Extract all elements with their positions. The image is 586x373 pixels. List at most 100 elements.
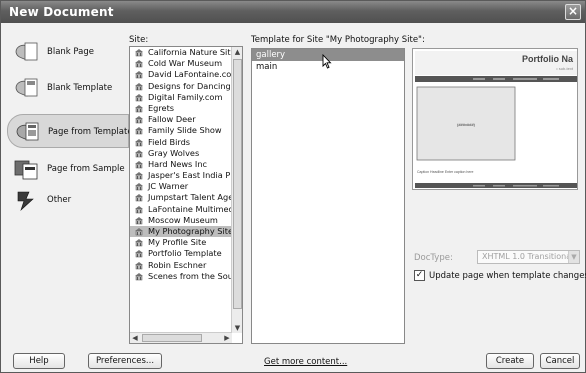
cancel-button[interactable]: Cancel bbox=[540, 353, 580, 369]
category-label: Blank Template bbox=[47, 83, 113, 93]
preview-thumbnail: Portfolio Na • sub-text (###x###) Captio… bbox=[413, 49, 577, 189]
category-page-from-sample[interactable]: Page from Sample bbox=[7, 152, 129, 186]
site-icon bbox=[135, 82, 143, 90]
preferences-button[interactable]: Preferences... bbox=[88, 353, 162, 369]
site-item-label: Digital Family.com bbox=[148, 91, 223, 102]
site-item[interactable]: Fallow Deer bbox=[130, 114, 232, 125]
chevron-down-icon[interactable]: ▼ bbox=[568, 251, 579, 263]
site-item[interactable]: Hard News Inc bbox=[130, 159, 232, 170]
site-vertical-scrollbar[interactable]: ▲ ▼ bbox=[231, 47, 242, 333]
site-item[interactable]: Designs for Dancing bbox=[130, 81, 232, 92]
help-button[interactable]: Help bbox=[13, 353, 65, 369]
site-icon bbox=[135, 160, 143, 169]
scroll-left-icon[interactable]: ◀ bbox=[130, 333, 140, 343]
category-blank-page[interactable]: Blank Page bbox=[7, 35, 129, 69]
site-item-label: LaFontaine Multimedi bbox=[148, 203, 232, 214]
site-icon bbox=[135, 149, 143, 157]
preview-caption: Caption Headline Enter caption here bbox=[417, 170, 473, 174]
site-item[interactable]: Moscow Museum bbox=[130, 215, 232, 226]
dialog-title: New Document bbox=[9, 5, 114, 19]
site-list[interactable]: California Nature Site Cold War Museum Dav… bbox=[129, 46, 243, 344]
site-item[interactable]: JC Warner bbox=[130, 181, 232, 192]
scroll-right-icon[interactable]: ▶ bbox=[222, 333, 232, 343]
site-icon bbox=[135, 172, 143, 180]
site-icon bbox=[135, 205, 143, 213]
get-more-content-link[interactable]: Get more content... bbox=[264, 357, 347, 367]
site-item-label: Robin Eschner bbox=[148, 259, 207, 270]
page-from-sample-icon bbox=[14, 160, 38, 180]
scroll-down-icon[interactable]: ▼ bbox=[233, 323, 242, 333]
category-list: Blank Page Blank Template Page from Temp… bbox=[7, 35, 133, 337]
site-item[interactable]: David LaFontaine.com bbox=[130, 69, 232, 80]
site-item-label: Jumpstart Talent Age bbox=[148, 192, 232, 203]
site-icon bbox=[135, 104, 143, 113]
site-item[interactable]: Egrets bbox=[130, 103, 232, 114]
site-item[interactable]: Jumpstart Talent Age bbox=[130, 192, 232, 203]
site-item[interactable]: My Profile Site bbox=[130, 237, 232, 248]
site-item[interactable]: Family Slide Show bbox=[130, 125, 232, 136]
site-item-label: Cold War Museum bbox=[148, 58, 223, 69]
preview-image-label: (###x###) bbox=[457, 122, 476, 127]
scroll-up-icon[interactable]: ▲ bbox=[233, 47, 242, 57]
site-icon bbox=[135, 138, 143, 146]
create-button[interactable]: Create bbox=[486, 353, 534, 369]
site-item-label: My Profile Site bbox=[148, 237, 207, 248]
doctype-label: DocType: bbox=[414, 253, 453, 263]
site-icon bbox=[135, 261, 143, 269]
site-item[interactable]: LaFontaine Multimedi bbox=[130, 204, 232, 215]
site-item-label: Gray Wolves bbox=[148, 147, 200, 158]
site-item[interactable]: California Nature Site bbox=[130, 47, 232, 58]
page-from-template-icon bbox=[16, 122, 39, 141]
site-item-label: Scenes from the South bbox=[148, 270, 232, 281]
site-item[interactable]: Gray Wolves bbox=[130, 148, 232, 159]
site-horizontal-scrollbar[interactable]: ◀ ▶ bbox=[130, 332, 232, 343]
site-item[interactable]: Portfolio Template bbox=[130, 248, 232, 259]
site-icon bbox=[135, 272, 143, 280]
close-button[interactable]: × bbox=[565, 4, 581, 20]
site-item-label: JC Warner bbox=[148, 181, 189, 192]
site-icon bbox=[135, 60, 143, 68]
checkmark-icon: ✓ bbox=[415, 270, 424, 280]
site-item[interactable]: Cold War Museum bbox=[130, 58, 232, 69]
site-icon bbox=[135, 183, 143, 191]
site-icon bbox=[135, 116, 143, 124]
category-blank-template[interactable]: Blank Template bbox=[7, 71, 129, 105]
site-item-label: Family Slide Show bbox=[148, 125, 222, 136]
category-label: Page from Template bbox=[48, 127, 133, 137]
site-item-label: Fallow Deer bbox=[148, 114, 196, 125]
other-icon bbox=[17, 191, 34, 212]
category-page-from-template[interactable]: Page from Template bbox=[7, 114, 133, 148]
template-preview: Portfolio Na • sub-text (###x###) Captio… bbox=[412, 48, 578, 190]
site-item-label: Designs for Dancing bbox=[148, 80, 231, 91]
site-item-label: Jasper's East India Ph bbox=[148, 170, 232, 181]
scroll-thumb[interactable] bbox=[142, 334, 202, 342]
site-item-label: Field Birds bbox=[148, 136, 191, 147]
site-icon bbox=[135, 239, 143, 247]
preview-subheading: • sub-text bbox=[556, 66, 574, 71]
site-item[interactable]: My Photography Site bbox=[130, 226, 232, 238]
template-list[interactable]: gallery main bbox=[251, 48, 405, 344]
blank-template-icon bbox=[15, 78, 38, 97]
site-icon bbox=[135, 127, 143, 135]
site-icon bbox=[135, 194, 143, 202]
scroll-thumb[interactable] bbox=[233, 59, 242, 309]
category-other[interactable]: Other bbox=[7, 183, 129, 217]
site-icon bbox=[135, 71, 143, 79]
site-item[interactable]: Robin Eschner bbox=[130, 260, 232, 271]
site-item[interactable]: Digital Family.com bbox=[130, 92, 232, 103]
template-label: Template for Site "My Photography Site": bbox=[251, 35, 425, 45]
site-item[interactable]: Scenes from the South bbox=[130, 271, 232, 282]
update-page-checkbox[interactable]: ✓ bbox=[414, 270, 425, 281]
preview-heading: Portfolio Na bbox=[522, 54, 574, 64]
site-item-label: My Photography Site bbox=[148, 226, 232, 236]
new-document-dialog: New Document × Blank Page Blank Template bbox=[0, 0, 586, 373]
blank-page-icon bbox=[15, 42, 38, 61]
site-icon bbox=[135, 250, 143, 258]
doctype-select[interactable]: XHTML 1.0 Transitional ▼ bbox=[477, 250, 580, 264]
site-item[interactable]: Jasper's East India Ph bbox=[130, 170, 232, 181]
title-bar: New Document × bbox=[1, 1, 585, 23]
site-items: California Nature Site Cold War Museum Dav… bbox=[130, 47, 232, 332]
site-item[interactable]: Field Birds bbox=[130, 137, 232, 148]
update-page-label: Update page when template changes bbox=[429, 271, 586, 281]
site-item-label: Moscow Museum bbox=[148, 214, 218, 225]
